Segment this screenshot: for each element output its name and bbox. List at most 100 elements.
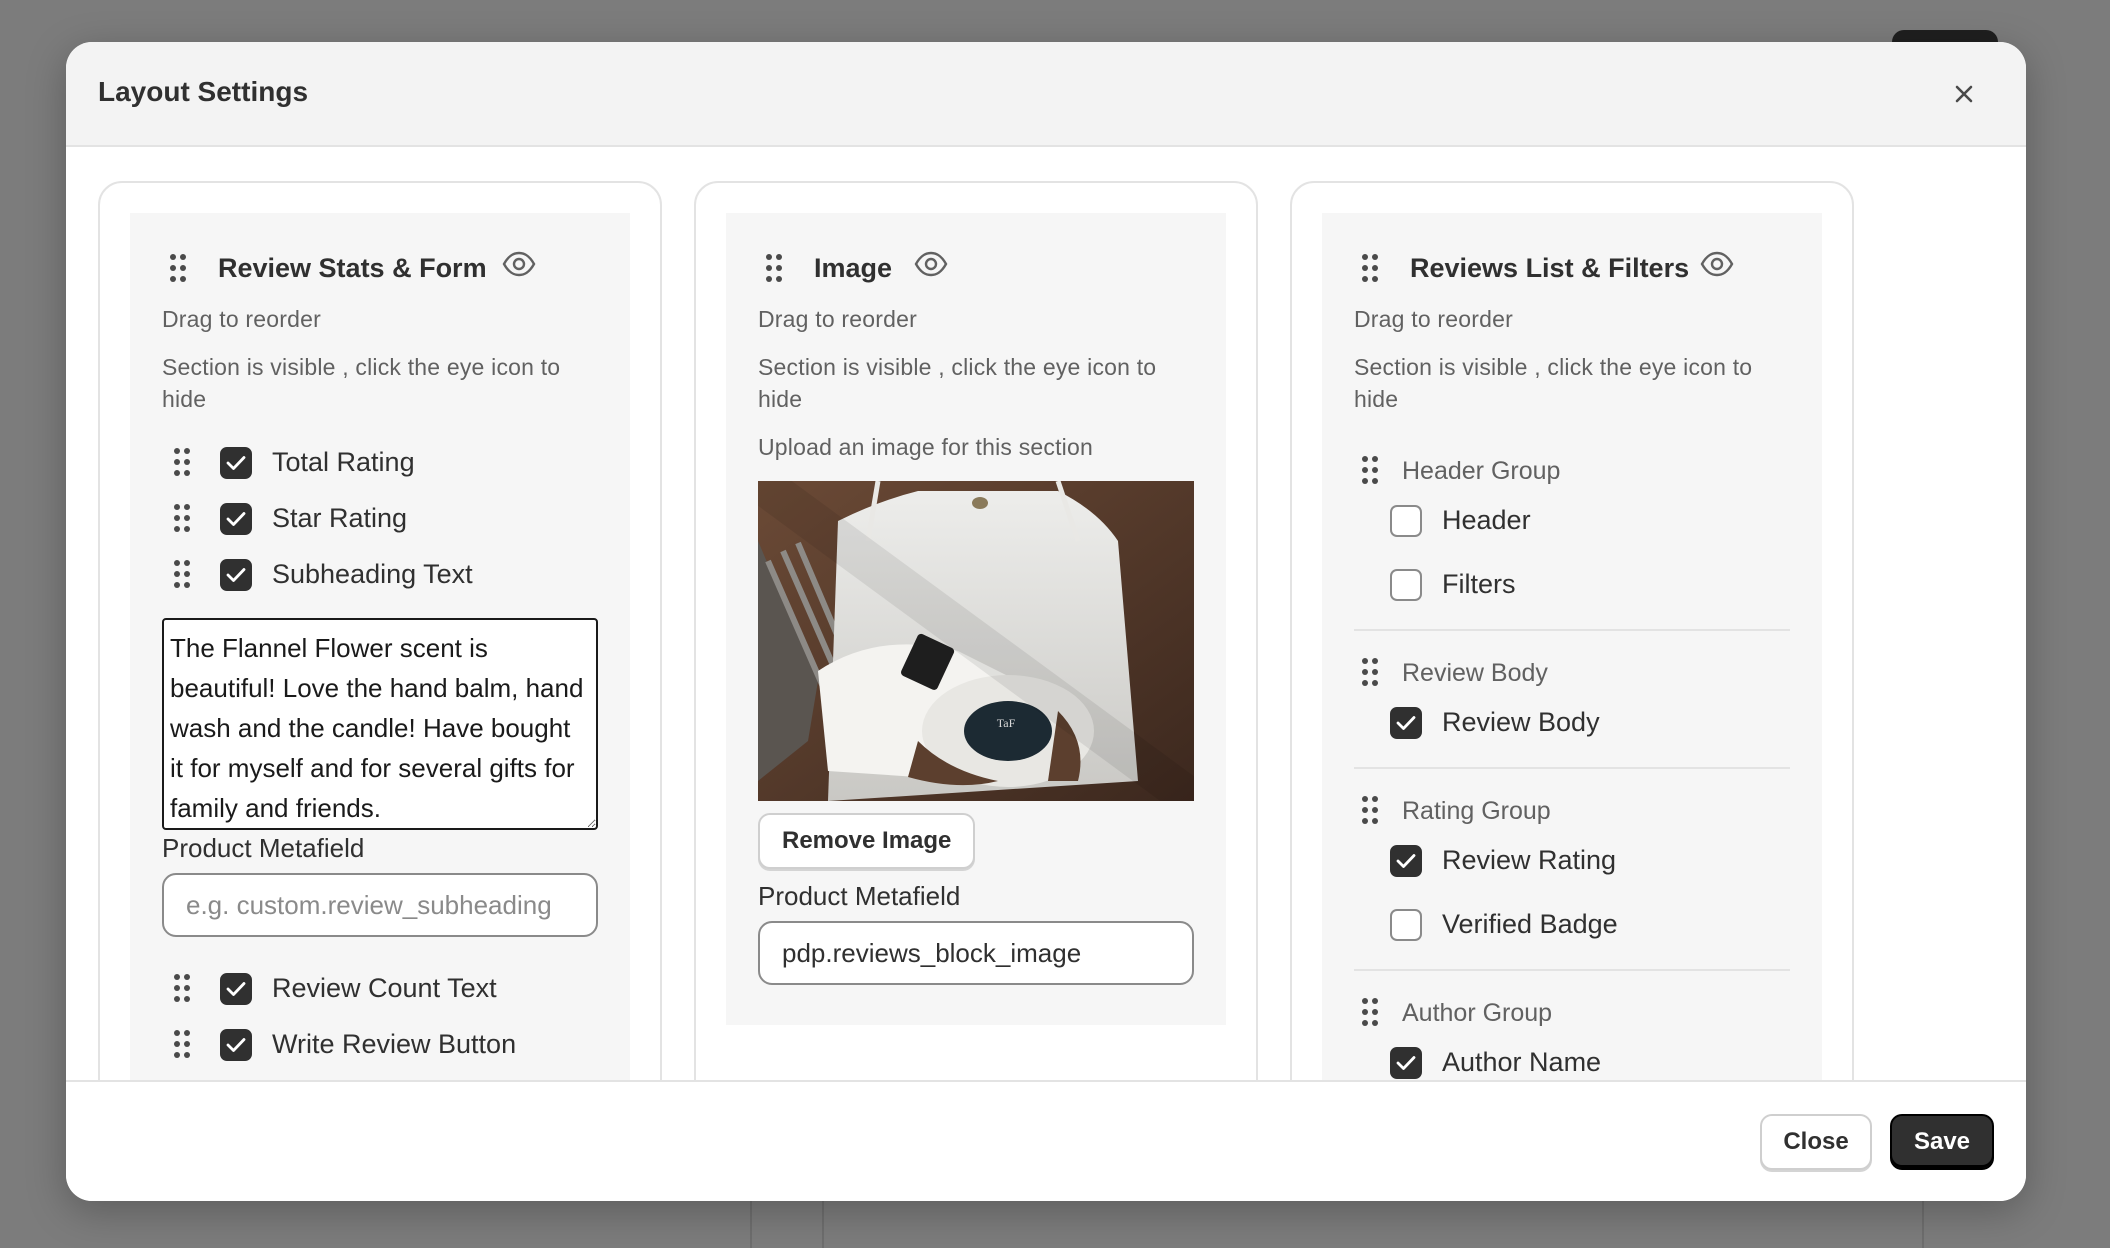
- group-divider: [1354, 969, 1790, 971]
- product-label: TaF: [997, 716, 1016, 730]
- section-card-image: Image Drag to reorder Section is visible…: [694, 181, 1258, 1123]
- review-rating-checkbox[interactable]: [1390, 845, 1422, 877]
- item-label: Author Name: [1442, 1047, 1602, 1077]
- eye-icon[interactable]: [1700, 249, 1734, 279]
- item-author-name[interactable]: Author Name: [1390, 1043, 1790, 1083]
- drag-handle-icon[interactable]: [168, 253, 188, 283]
- section-header: Reviews List & Filters: [1322, 249, 1822, 289]
- drag-handle-icon[interactable]: [172, 559, 192, 589]
- drag-handle-icon[interactable]: [1360, 795, 1380, 825]
- item-write-review-button[interactable]: Write Review Button: [172, 1025, 592, 1065]
- drag-handle-icon[interactable]: [1360, 657, 1380, 687]
- checkmark-icon: [226, 512, 246, 526]
- modal-body[interactable]: Review Stats & Form Drag to reorder Sect…: [66, 149, 2026, 1123]
- visibility-hint: Section is visible , click the eye icon …: [162, 354, 561, 412]
- group-divider: [1354, 629, 1790, 631]
- item-review-body[interactable]: Review Body: [1390, 703, 1790, 743]
- checkmark-icon: [1396, 1056, 1416, 1070]
- item-review-count-text[interactable]: Review Count Text: [172, 969, 592, 1009]
- checkmark-icon: [226, 456, 246, 470]
- item-label: Write Review Button: [272, 1029, 517, 1059]
- item-label: Total Rating: [272, 447, 415, 477]
- header-checkbox[interactable]: [1390, 505, 1422, 537]
- eye-icon[interactable]: [914, 249, 948, 279]
- section-header: Image: [726, 249, 1226, 289]
- subheading-textarea[interactable]: The Flannel Flower scent is beautiful! L…: [162, 618, 598, 830]
- drag-handle-icon[interactable]: [764, 253, 784, 283]
- section-card-review-stats: Review Stats & Form Drag to reorder Sect…: [98, 181, 662, 1123]
- item-total-rating[interactable]: Total Rating: [172, 443, 592, 483]
- drag-handle-icon[interactable]: [1360, 253, 1380, 283]
- drag-hint: Drag to reorder: [162, 306, 321, 332]
- subheading-text-checkbox[interactable]: [220, 559, 252, 591]
- author-name-checkbox[interactable]: [1390, 1047, 1422, 1079]
- star-rating-checkbox[interactable]: [220, 503, 252, 535]
- group-label-review-body: Review Body: [1402, 659, 1548, 687]
- remove-image-button[interactable]: Remove Image: [758, 813, 976, 869]
- group-label-author: Author Group: [1402, 999, 1553, 1027]
- verified-badge-checkbox[interactable]: [1390, 909, 1422, 941]
- checkmark-icon: [226, 568, 246, 582]
- save-button[interactable]: Save: [1890, 1114, 1994, 1170]
- close-icon[interactable]: [1946, 76, 1982, 112]
- close-button[interactable]: Close: [1760, 1114, 1872, 1170]
- background-divider: [750, 1200, 752, 1248]
- modal-footer: Close Save: [66, 1080, 2026, 1201]
- section-panel[interactable]: Image Drag to reorder Section is visible…: [726, 213, 1226, 1025]
- section-header: Review Stats & Form: [130, 249, 630, 289]
- total-rating-checkbox[interactable]: [220, 447, 252, 479]
- layout-settings-modal: Layout Settings Review Stats & Form Drag…: [66, 42, 2026, 1201]
- section-image: TaF: [758, 481, 1194, 801]
- metafield-input[interactable]: [758, 921, 1194, 985]
- drag-hint: Drag to reorder: [758, 306, 917, 332]
- checkmark-icon: [1396, 854, 1416, 868]
- section-title: Review Stats & Form: [218, 253, 487, 283]
- section-card-reviews-list: Reviews List & Filters Drag to reorder S…: [1290, 181, 1854, 1123]
- upload-hint: Upload an image for this section: [758, 434, 1093, 460]
- item-header[interactable]: Header: [1390, 501, 1790, 541]
- background-divider: [1922, 1200, 1924, 1248]
- review-body-checkbox[interactable]: [1390, 707, 1422, 739]
- item-subheading-text[interactable]: Subheading Text: [172, 555, 592, 595]
- item-label: Review Count Text: [272, 973, 497, 1003]
- item-review-rating[interactable]: Review Rating: [1390, 841, 1790, 881]
- drag-handle-icon[interactable]: [172, 503, 192, 533]
- section-title: Reviews List & Filters: [1410, 253, 1690, 283]
- visibility-hint: Section is visible , click the eye icon …: [758, 354, 1157, 412]
- checkmark-icon: [226, 1038, 246, 1052]
- drag-handle-icon[interactable]: [172, 973, 192, 1003]
- drag-handle-icon[interactable]: [172, 1029, 192, 1059]
- item-label: Review Body: [1442, 707, 1600, 737]
- write-review-checkbox[interactable]: [220, 1029, 252, 1061]
- item-star-rating[interactable]: Star Rating: [172, 499, 592, 539]
- section-panel[interactable]: Review Stats & Form Drag to reorder Sect…: [130, 213, 630, 1123]
- modal-header: Layout Settings: [66, 42, 2026, 147]
- item-label: Subheading Text: [272, 559, 473, 589]
- filters-checkbox[interactable]: [1390, 569, 1422, 601]
- modal-title: Layout Settings: [98, 76, 309, 107]
- background-divider: [822, 1200, 824, 1248]
- drag-handle-icon[interactable]: [172, 447, 192, 477]
- eye-icon[interactable]: [502, 249, 536, 279]
- item-label: Review Rating: [1442, 845, 1617, 875]
- drag-hint: Drag to reorder: [1354, 306, 1513, 332]
- section-panel[interactable]: Reviews List & Filters Drag to reorder S…: [1322, 213, 1822, 1123]
- metafield-label: Product Metafield: [162, 833, 365, 863]
- item-label: Verified Badge: [1442, 909, 1618, 939]
- group-label-rating: Rating Group: [1402, 797, 1551, 825]
- item-label: Filters: [1442, 569, 1516, 599]
- group-divider: [1354, 767, 1790, 769]
- section-title: Image: [814, 253, 893, 283]
- item-verified-badge[interactable]: Verified Badge: [1390, 905, 1790, 945]
- drag-handle-icon[interactable]: [1360, 997, 1380, 1027]
- item-filters[interactable]: Filters: [1390, 565, 1790, 605]
- checkmark-icon: [226, 982, 246, 996]
- visibility-hint: Section is visible , click the eye icon …: [1354, 354, 1753, 412]
- metafield-label: Product Metafield: [758, 881, 961, 911]
- group-label-header: Header Group: [1402, 457, 1561, 485]
- drag-handle-icon[interactable]: [1360, 455, 1380, 485]
- item-label: Header: [1442, 505, 1531, 535]
- item-label: Star Rating: [272, 503, 408, 533]
- review-count-checkbox[interactable]: [220, 973, 252, 1005]
- metafield-input[interactable]: [162, 873, 598, 937]
